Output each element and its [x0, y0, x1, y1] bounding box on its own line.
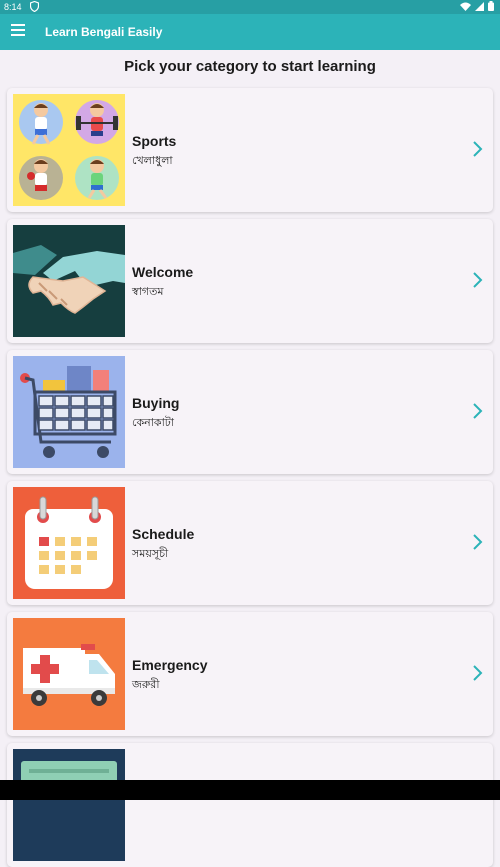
chevron-right-icon: [473, 665, 483, 681]
app-title: Learn Bengali Easily: [45, 25, 163, 39]
battery-icon: [488, 1, 494, 11]
category-title: Schedule: [132, 526, 195, 542]
category-card-emergency[interactable]: Emergency জরুরী: [7, 612, 493, 736]
category-card-buying[interactable]: Buying কেনাকাটা: [7, 350, 493, 474]
wifi-icon: [460, 2, 471, 11]
category-subtitle: স্বাগতম: [132, 286, 164, 298]
page-heading: Pick your category to start learning: [124, 58, 376, 75]
category-card-sports[interactable]: Sports খেলাধুলা: [7, 88, 493, 212]
category-subtitle: কেনাকাটা: [132, 417, 174, 429]
chevron-right-icon: [473, 141, 483, 157]
status-time: 8:14: [4, 2, 22, 12]
chevron-right-icon: [473, 272, 483, 288]
system-navigation-bar: [0, 780, 500, 800]
status-bar: 8:14: [0, 0, 500, 14]
category-card-partial[interactable]: [7, 743, 493, 867]
category-title: Buying: [132, 395, 180, 411]
category-subtitle: খেলাধুলা: [132, 155, 173, 167]
welcome-image: [13, 225, 125, 337]
sports-image: [13, 94, 125, 206]
cellular-icon: [475, 1, 484, 11]
chevron-right-icon: [473, 534, 483, 550]
app-bar: Learn Bengali Easily: [0, 14, 500, 50]
category-card-welcome[interactable]: Welcome স্বাগতম: [7, 219, 493, 343]
category-title: Emergency: [132, 657, 208, 673]
category-subtitle: সময়সূচী: [132, 548, 169, 560]
buying-image: [13, 356, 125, 468]
category-title: Welcome: [132, 264, 194, 280]
emergency-image: [13, 618, 125, 730]
chevron-right-icon: [473, 403, 483, 419]
shield-icon: [30, 1, 39, 12]
schedule-image: [13, 487, 125, 599]
menu-icon[interactable]: [11, 24, 25, 40]
partial-category-image: [13, 749, 125, 861]
category-title: Sports: [132, 133, 177, 149]
category-subtitle: জরুরী: [132, 679, 160, 691]
category-card-schedule[interactable]: Schedule সময়সূচী: [7, 481, 493, 605]
